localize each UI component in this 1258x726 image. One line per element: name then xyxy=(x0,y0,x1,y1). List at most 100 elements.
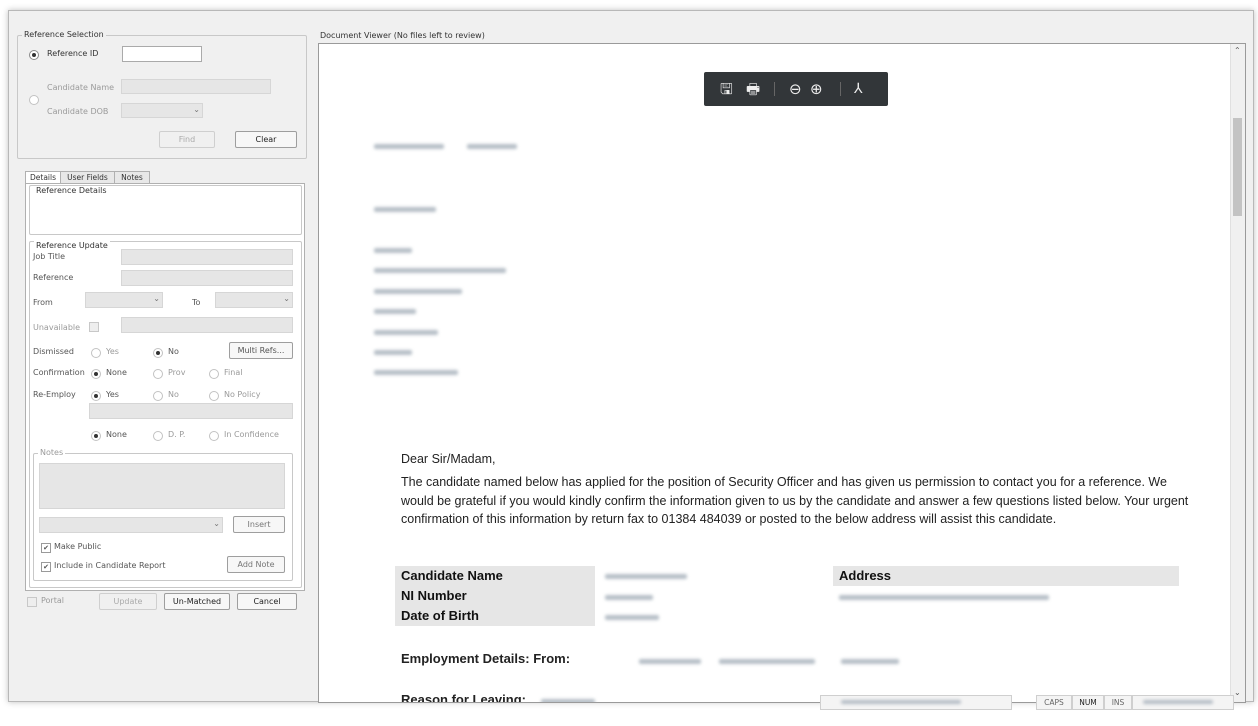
redacted-recipient xyxy=(374,207,436,212)
reemploy-no-policy-label: No Policy xyxy=(224,390,261,399)
reemploy-label: Re-Employ xyxy=(33,390,76,399)
reemploy-details-input[interactable] xyxy=(89,403,293,419)
ni-number-label: NI Number xyxy=(395,586,595,606)
vertical-scrollbar[interactable]: ⌃ ⌄ xyxy=(1230,44,1245,702)
redacted-from-date xyxy=(639,659,701,664)
address-label: Address xyxy=(833,566,1179,586)
unavailable-input[interactable] xyxy=(121,317,293,333)
chevron-down-icon: ⌄ xyxy=(153,294,160,303)
zoom-out-icon[interactable]: ⊖ xyxy=(789,81,802,97)
redacted-address-line xyxy=(374,309,416,314)
dismissed-yes-label: Yes xyxy=(106,347,119,356)
document-viewer[interactable]: 🖫 🖶 ⊖ ⊕ ⅄ Dear Sir/Madam, The candidate … xyxy=(318,43,1246,703)
include-report-checkbox[interactable]: ✔ xyxy=(41,562,51,572)
job-title-label: Job Title xyxy=(33,252,66,261)
reemploy-no-policy-radio[interactable] xyxy=(209,391,219,401)
redacted-address-line xyxy=(374,268,506,273)
scroll-up-icon[interactable]: ⌃ xyxy=(1234,46,1241,55)
candidate-dob-combo[interactable]: ⌄ xyxy=(121,103,203,118)
employment-details-label: Employment Details: From: xyxy=(401,651,571,666)
unmatched-button[interactable]: Un-Matched xyxy=(164,593,230,610)
redacted-address-line xyxy=(374,248,412,253)
to-combo[interactable]: ⌄ xyxy=(215,292,293,308)
redacted-to-date xyxy=(719,659,815,664)
include-report-label: Include in Candidate Report xyxy=(54,561,166,570)
application-window: Reference Selection Reference ID Candida… xyxy=(8,10,1254,703)
reemploy-in-confidence-label: In Confidence xyxy=(224,430,279,439)
reason-for-leaving-label: Reason for Leaving: xyxy=(401,692,526,703)
salutation: Dear Sir/Madam, xyxy=(401,452,496,466)
notes-type-combo[interactable]: ⌄ xyxy=(39,517,223,533)
reference-id-input[interactable] xyxy=(122,46,202,62)
reemploy-dp-label: D. P. xyxy=(168,430,186,439)
dismissed-label: Dismissed xyxy=(33,347,74,356)
toolbar-separator xyxy=(840,82,841,96)
candidate-name-label: Candidate Name xyxy=(395,566,595,586)
scroll-down-icon[interactable]: ⌄ xyxy=(1234,688,1241,697)
confirmation-none-label: None xyxy=(106,368,127,377)
reemploy-yes-radio[interactable] xyxy=(91,391,101,401)
cancel-button[interactable]: Cancel xyxy=(237,593,297,610)
confirmation-none-radio[interactable] xyxy=(91,369,101,379)
redacted-address-line xyxy=(374,330,438,335)
redacted-candidate-name xyxy=(605,574,687,579)
redacted-address xyxy=(839,595,1049,600)
dob-label: Date of Birth xyxy=(395,606,595,626)
update-button[interactable]: Update xyxy=(99,593,157,610)
reference-id-label: Reference ID xyxy=(47,49,99,58)
job-title-input[interactable] xyxy=(121,249,293,265)
dismissed-no-radio[interactable] xyxy=(153,348,163,358)
add-note-button[interactable]: Add Note xyxy=(227,556,285,573)
unavailable-checkbox[interactable] xyxy=(89,322,99,332)
redacted-reason xyxy=(541,699,595,702)
reference-details-title: Reference Details xyxy=(34,186,109,195)
dismissed-no-label: No xyxy=(168,347,179,356)
letter-body: The candidate named below has applied fo… xyxy=(401,475,1189,526)
candidate-name-label: Candidate Name xyxy=(47,83,115,92)
caps-indicator: CAPS xyxy=(1036,695,1072,710)
redacted-address-line xyxy=(374,289,462,294)
viewer-title: Document Viewer (No files left to review… xyxy=(320,31,485,40)
reemploy-in-confidence-radio[interactable] xyxy=(209,431,219,441)
to-label: To xyxy=(192,298,201,307)
reference-selection-title: Reference Selection xyxy=(22,30,106,39)
reemploy-dp-radio[interactable] xyxy=(153,431,163,441)
redacted-ref xyxy=(467,144,517,149)
reemploy-none-radio[interactable] xyxy=(91,431,101,441)
from-label: From xyxy=(33,298,53,307)
redacted-position xyxy=(841,659,899,664)
redacted-dob xyxy=(605,615,659,620)
confirmation-prov-radio[interactable] xyxy=(153,369,163,379)
pdf-icon[interactable]: ⅄ xyxy=(854,81,863,97)
reference-input[interactable] xyxy=(121,270,293,286)
scrollbar-thumb[interactable] xyxy=(1233,118,1242,216)
find-button[interactable]: Find xyxy=(159,131,215,148)
make-public-checkbox[interactable]: ✔ xyxy=(41,543,51,553)
candidate-radio[interactable] xyxy=(29,95,39,105)
candidate-dob-label: Candidate DOB xyxy=(47,107,109,116)
portal-label: Portal xyxy=(41,596,64,605)
clear-button[interactable]: Clear xyxy=(235,131,297,148)
reference-id-radio[interactable] xyxy=(29,50,39,60)
insert-button[interactable]: Insert xyxy=(233,516,285,533)
candidate-name-input[interactable] xyxy=(121,79,271,94)
notes-textarea[interactable] xyxy=(39,463,285,509)
portal-checkbox[interactable] xyxy=(27,597,37,607)
dismissed-yes-radio[interactable] xyxy=(91,348,101,358)
multi-refs-button[interactable]: Multi Refs... xyxy=(229,342,293,359)
reemploy-none-label: None xyxy=(106,430,127,439)
pdf-toolbar: 🖫 🖶 ⊖ ⊕ ⅄ xyxy=(704,72,888,106)
redacted-address-line xyxy=(374,350,412,355)
from-combo[interactable]: ⌄ xyxy=(85,292,163,308)
reemploy-no-radio[interactable] xyxy=(153,391,163,401)
reemploy-no-label: No xyxy=(168,390,179,399)
ins-indicator: INS xyxy=(1104,695,1132,710)
chevron-down-icon: ⌄ xyxy=(213,519,220,528)
reference-update-title: Reference Update xyxy=(34,241,110,250)
redacted-address-line xyxy=(374,370,458,375)
make-public-label: Make Public xyxy=(54,542,102,551)
save-icon[interactable]: 🖫 xyxy=(720,81,733,97)
confirmation-final-radio[interactable] xyxy=(209,369,219,379)
print-icon[interactable]: 🖶 xyxy=(746,81,760,97)
zoom-in-icon[interactable]: ⊕ xyxy=(810,81,823,97)
